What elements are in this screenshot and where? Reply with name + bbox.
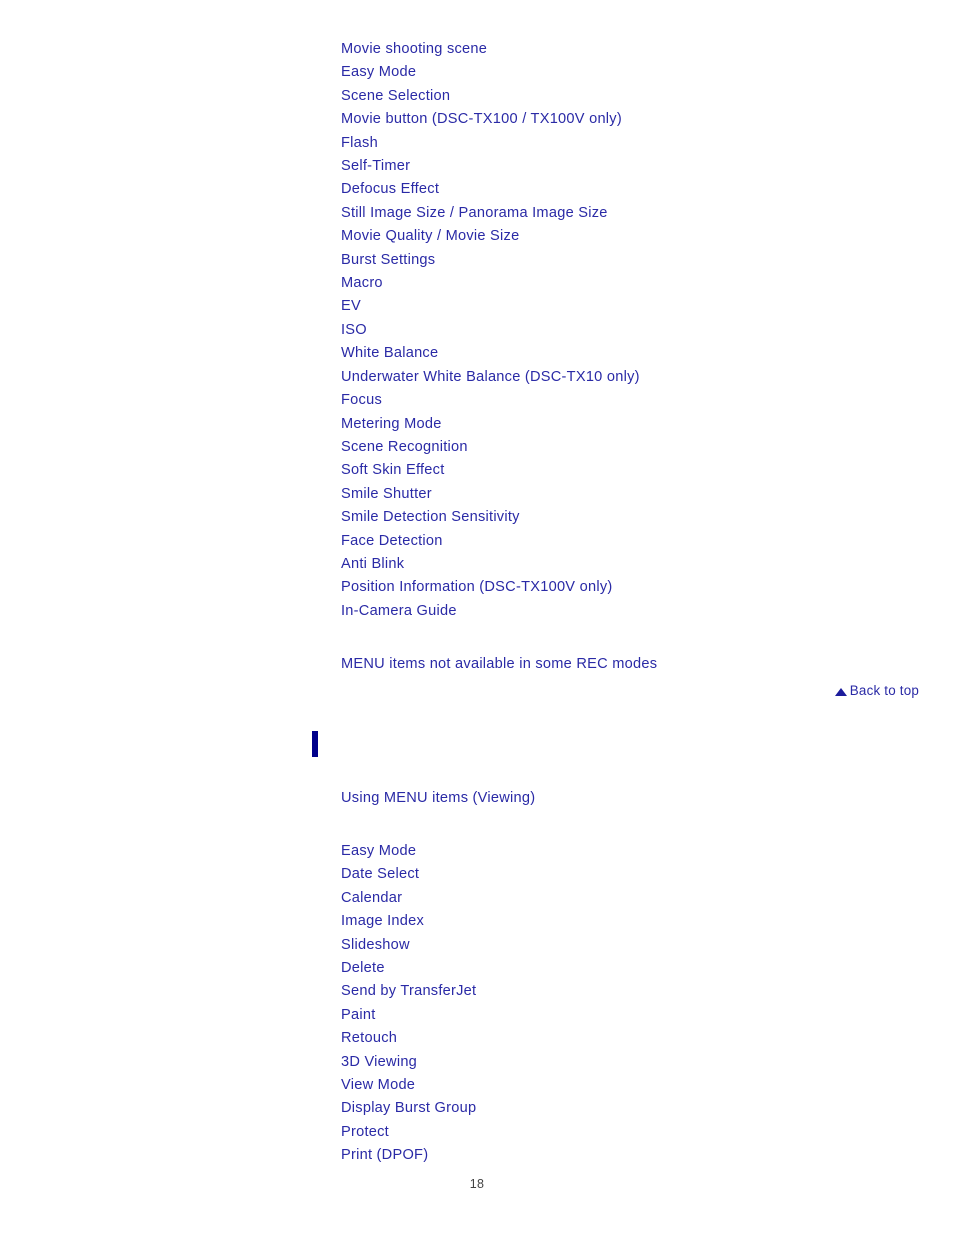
rec-menu-item-5[interactable]: Self-Timer [341, 155, 640, 178]
menu-items-not-available-link[interactable]: MENU items not available in some REC mod… [341, 653, 657, 676]
rec-menu-item-13[interactable]: White Balance [341, 342, 640, 365]
rec-menu-item-8[interactable]: Movie Quality / Movie Size [341, 225, 640, 248]
rec-menu-item-21[interactable]: Face Detection [341, 530, 640, 553]
rec-menu-item-4[interactable]: Flash [341, 132, 640, 155]
viewing-menu-item-2[interactable]: Calendar [341, 887, 476, 910]
rec-menu-item-22[interactable]: Anti Blink [341, 553, 640, 576]
rec-menu-item-1[interactable]: Easy Mode [341, 61, 640, 84]
rec-menu-item-9[interactable]: Burst Settings [341, 249, 640, 272]
rec-menu-item-23[interactable]: Position Information (DSC-TX100V only) [341, 576, 640, 599]
back-to-top-label: Back to top [849, 683, 919, 698]
rec-menu-item-7[interactable]: Still Image Size / Panorama Image Size [341, 202, 640, 225]
viewing-menu-item-7[interactable]: Paint [341, 1004, 476, 1027]
rec-menu-item-18[interactable]: Soft Skin Effect [341, 459, 640, 482]
triangle-up-icon [834, 688, 847, 696]
using-menu-items-viewing-link[interactable]: Using MENU items (Viewing) [341, 787, 535, 810]
viewing-menu-item-4[interactable]: Slideshow [341, 934, 476, 957]
rec-menu-item-12[interactable]: ISO [341, 319, 640, 342]
rec-menu-item-3[interactable]: Movie button (DSC-TX100 / TX100V only) [341, 108, 640, 131]
viewing-menu-item-6[interactable]: Send by TransferJet [341, 980, 476, 1003]
rec-menu-item-0[interactable]: Movie shooting scene [341, 38, 640, 61]
rec-menu-item-11[interactable]: EV [341, 295, 640, 318]
rec-menu-item-24[interactable]: In-Camera Guide [341, 600, 640, 623]
rec-menu-item-19[interactable]: Smile Shutter [341, 483, 640, 506]
rec-menu-item-20[interactable]: Smile Detection Sensitivity [341, 506, 640, 529]
page-number: 18 [469, 1177, 485, 1191]
viewing-menu-item-0[interactable]: Easy Mode [341, 840, 476, 863]
rec-menu-item-6[interactable]: Defocus Effect [341, 178, 640, 201]
document-page: Movie shooting scene Easy Mode Scene Selec… [0, 0, 954, 1235]
rec-menu-item-16[interactable]: Metering Mode [341, 413, 640, 436]
viewing-menu-item-5[interactable]: Delete [341, 957, 476, 980]
rec-menu-item-14[interactable]: Underwater White Balance (DSC-TX10 only) [341, 366, 640, 389]
viewing-menu-item-8[interactable]: Retouch [341, 1027, 476, 1050]
viewing-menu-item-10[interactable]: View Mode [341, 1074, 476, 1097]
rec-menu-item-15[interactable]: Focus [341, 389, 640, 412]
viewing-menu-item-13[interactable]: Print (DPOF) [341, 1144, 476, 1167]
rec-menu-item-2[interactable]: Scene Selection [341, 85, 640, 108]
rec-menu-item-17[interactable]: Scene Recognition [341, 436, 640, 459]
viewing-menu-link-list: Easy Mode Date Select Calendar Image Index S… [341, 840, 476, 1168]
back-to-top-link[interactable]: Back to top [834, 681, 919, 701]
viewing-menu-item-9[interactable]: 3D Viewing [341, 1051, 476, 1074]
viewing-menu-item-11[interactable]: Display Burst Group [341, 1097, 476, 1120]
section-marker-bar [312, 731, 318, 757]
rec-menu-item-10[interactable]: Macro [341, 272, 640, 295]
viewing-menu-item-1[interactable]: Date Select [341, 863, 476, 886]
viewing-menu-item-3[interactable]: Image Index [341, 910, 476, 933]
rec-menu-link-list: Movie shooting scene Easy Mode Scene Selec… [341, 38, 640, 623]
viewing-menu-item-12[interactable]: Protect [341, 1121, 476, 1144]
